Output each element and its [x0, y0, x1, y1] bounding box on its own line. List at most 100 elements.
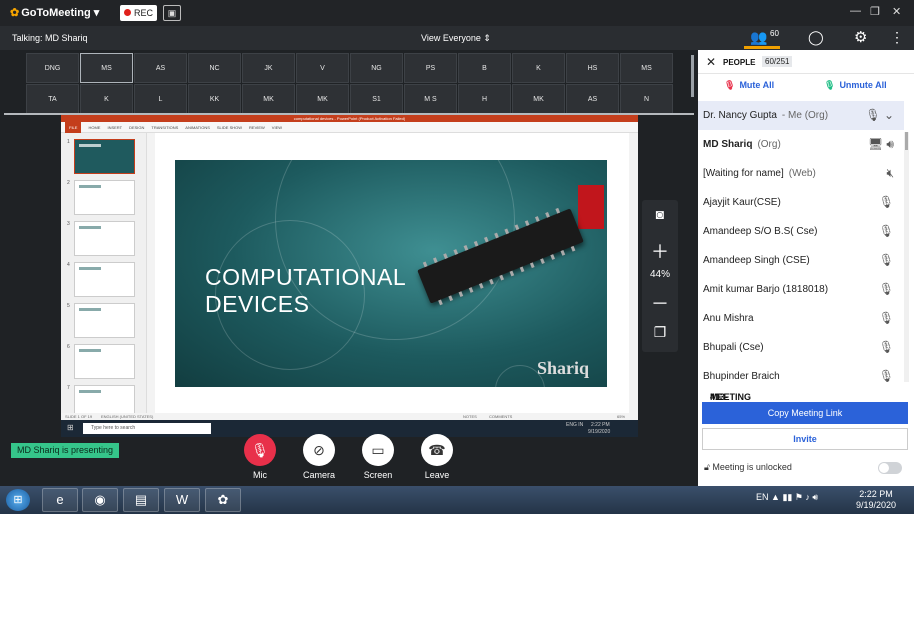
- close-panel-icon[interactable]: ✕: [706, 55, 716, 69]
- mic-muted-icon[interactable]: 🎙︎: [879, 253, 894, 267]
- title-bar: ✿ GoToMeeting ▾ REC ▣ — ❐ ✕: [0, 0, 914, 26]
- talking-indicator: Talking: MD Shariq: [12, 33, 88, 43]
- person-name: Ajayjit Kaur(CSE): [703, 197, 781, 208]
- participant-tile[interactable]: K: [512, 53, 565, 83]
- leave-button[interactable]: ☎ Leave: [412, 434, 462, 480]
- chip-pin: [560, 250, 566, 256]
- remote-search-box: Type here to search: [83, 423, 211, 434]
- ie-icon[interactable]: e: [42, 488, 78, 512]
- tray-icons: ▲ ▮▮ ⚑ ♪ 🔊︎: [771, 492, 819, 502]
- explorer-icon[interactable]: ▤: [123, 488, 159, 512]
- person-name: Amandeep Singh (CSE): [703, 255, 810, 266]
- slide-image: COMPUTATIONAL DEVICES Shariq: [175, 160, 607, 387]
- gotomeeting-icon[interactable]: ✿: [205, 488, 241, 512]
- mic-muted-icon: 🎙: [244, 434, 276, 466]
- ribbon-tab: REVIEW: [249, 125, 265, 130]
- thumb-title-line: [79, 390, 101, 393]
- people-row[interactable]: Ajayjit Kaur(CSE) 🎙︎: [698, 188, 904, 217]
- app-logo[interactable]: ✿ GoToMeeting ▾: [10, 6, 99, 19]
- rec-button[interactable]: REC: [120, 5, 158, 21]
- participant-tile[interactable]: NG: [350, 53, 403, 83]
- mic-off-icon: 🎙: [724, 80, 736, 90]
- camera-button[interactable]: ⊘ Camera: [294, 434, 344, 480]
- thumb-number: 3: [67, 221, 70, 227]
- participant-tile[interactable]: NC: [188, 53, 241, 83]
- people-row[interactable]: Amandeep Singh (CSE) 🎙︎: [698, 246, 904, 275]
- mic-muted-icon[interactable]: 🎙︎: [879, 282, 894, 296]
- participant-tile[interactable]: PS: [404, 53, 457, 83]
- invite-button[interactable]: Invite: [702, 428, 908, 450]
- system-clock[interactable]: 2:22 PM 9/19/2020: [856, 489, 896, 511]
- unmute-all-button[interactable]: 🎙 Unmute All: [824, 80, 887, 91]
- people-row[interactable]: MD Shariq (Org) 🖥 🔊︎: [698, 130, 904, 159]
- copy-meeting-link-button[interactable]: Copy Meeting Link: [702, 402, 908, 424]
- people-scrollbar[interactable]: [904, 132, 909, 382]
- participant-tile[interactable]: V: [296, 53, 349, 83]
- participant-tile[interactable]: MK: [296, 84, 349, 114]
- mic-muted-icon[interactable]: 🎙︎: [879, 340, 894, 354]
- chip-pin: [555, 207, 561, 214]
- restore-icon[interactable]: ❐: [870, 5, 880, 18]
- mic-muted-icon[interactable]: 🎙︎: [879, 369, 894, 383]
- participant-tile[interactable]: MK: [512, 84, 565, 114]
- chrome-icon[interactable]: ◉: [82, 488, 118, 512]
- people-row[interactable]: Bhupali (Cse) 🎙︎: [698, 333, 904, 362]
- word-icon[interactable]: W: [164, 488, 200, 512]
- mute-all-button[interactable]: 🎙 Mute All: [724, 80, 774, 91]
- participant-tile[interactable]: M S: [404, 84, 457, 114]
- people-row[interactable]: Anu Mishra 🎙︎: [698, 304, 904, 333]
- participant-tile[interactable]: HS: [566, 53, 619, 83]
- gear-icon[interactable]: ⚙: [854, 28, 867, 46]
- zoom-in-icon[interactable]: ＋: [642, 238, 678, 264]
- close-icon[interactable]: ✕: [892, 5, 901, 18]
- ppt-window-title: computational devices - PowerPoint (Prod…: [61, 115, 638, 122]
- sort-icon: ⇕: [483, 33, 491, 43]
- people-row[interactable]: Dr. Nancy Gupta - Me (Org) 🎙︎ ⌄: [698, 101, 904, 130]
- mic-muted-icon[interactable]: 🎙︎: [879, 311, 894, 325]
- grid-scrollbar[interactable]: [691, 55, 694, 97]
- participant-tile[interactable]: MS: [620, 53, 673, 83]
- participant-tile[interactable]: KK: [188, 84, 241, 114]
- participant-tile[interactable]: AS: [566, 84, 619, 114]
- mic-muted-icon[interactable]: 🎙︎: [879, 195, 894, 209]
- participant-tile[interactable]: L: [134, 84, 187, 114]
- chat-icon[interactable]: ◯: [808, 29, 824, 46]
- meeting-subbar: Talking: MD Shariq View Everyone ⇕: [0, 26, 698, 50]
- people-row[interactable]: Amandeep S/O B.S( Cse) 🎙︎: [698, 217, 904, 246]
- participant-tile[interactable]: AS: [134, 53, 187, 83]
- people-row[interactable]: [Waiting for name] (Web) 🔇︎: [698, 159, 904, 188]
- speaker-muted-icon[interactable]: 🔇︎: [886, 166, 894, 181]
- participant-tile[interactable]: JK: [242, 53, 295, 83]
- screen-button[interactable]: ▭ Screen: [353, 434, 403, 480]
- zoom-out-icon[interactable]: －: [642, 290, 678, 316]
- ribbon-tab: FILE: [65, 122, 82, 133]
- mic-muted-icon[interactable]: 🎙︎ ⌄: [865, 108, 894, 122]
- screen-speaker-icon[interactable]: 🖥 🔊︎: [868, 137, 894, 152]
- mic-muted-icon[interactable]: 🎙︎: [879, 224, 894, 238]
- view-selector[interactable]: View Everyone ⇕: [421, 33, 491, 44]
- lock-icon[interactable]: ▣: [163, 5, 181, 21]
- participant-tile[interactable]: MS: [80, 53, 133, 83]
- minimize-icon[interactable]: —: [850, 5, 861, 17]
- participant-tile[interactable]: MK: [242, 84, 295, 114]
- participant-tile[interactable]: K: [80, 84, 133, 114]
- participant-tile[interactable]: S1: [350, 84, 403, 114]
- participant-tile[interactable]: B: [458, 53, 511, 83]
- participant-tile[interactable]: DNG: [26, 53, 79, 83]
- more-vertical-icon[interactable]: ⋮: [890, 29, 904, 46]
- start-button[interactable]: ⊞: [6, 489, 30, 511]
- slide-title-line1: COMPUTATIONAL: [205, 264, 407, 290]
- scroll-thumb[interactable]: [905, 132, 908, 150]
- ribbon-tab: SLIDE SHOW: [216, 125, 243, 130]
- people-icon[interactable]: 👥: [750, 29, 767, 46]
- people-row[interactable]: Amit kumar Barjo (1818018) 🎙︎: [698, 275, 904, 304]
- lock-toggle[interactable]: [878, 462, 902, 474]
- toggle-knob: [879, 463, 889, 473]
- camera-off-icon: ⊘: [303, 434, 335, 466]
- camera-snapshot-icon[interactable]: ◙: [642, 206, 678, 222]
- participant-tile[interactable]: TA: [26, 84, 79, 114]
- participant-tile[interactable]: H: [458, 84, 511, 114]
- fit-screen-icon[interactable]: ❐: [642, 324, 678, 341]
- mic-button[interactable]: 🎙 Mic: [235, 434, 285, 480]
- participant-tile[interactable]: N: [620, 84, 673, 114]
